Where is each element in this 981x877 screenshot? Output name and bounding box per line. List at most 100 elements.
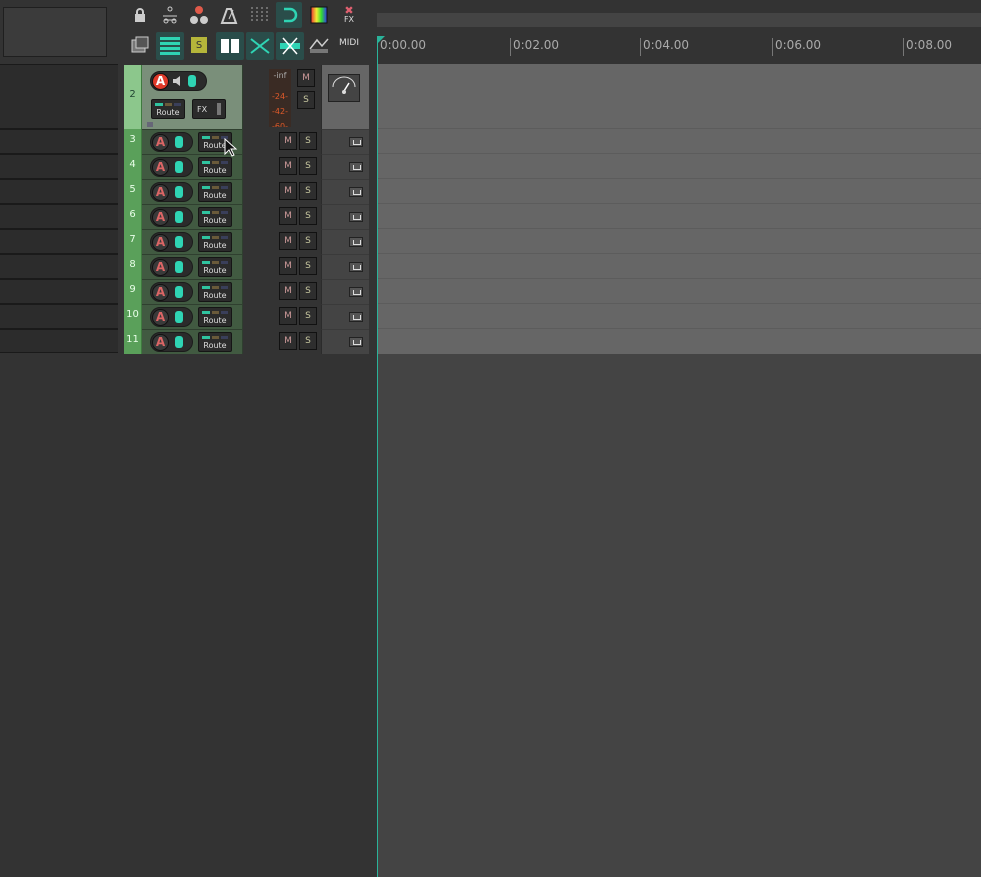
panel-divider[interactable] xyxy=(369,64,377,877)
fx-button[interactable]: FX xyxy=(192,99,226,119)
envelope-icon[interactable] xyxy=(349,237,363,247)
solo-button[interactable]: S xyxy=(299,257,317,275)
ruler-region-bar[interactable] xyxy=(377,13,981,27)
fx-chain-icon[interactable] xyxy=(174,185,184,199)
envelope-icon[interactable] xyxy=(349,262,363,272)
fx-chain-icon[interactable] xyxy=(174,260,184,274)
fx-chain-icon[interactable] xyxy=(174,310,184,324)
solo-button[interactable]: S xyxy=(299,232,317,250)
mute-button[interactable]: M xyxy=(279,307,297,325)
envelope-icon[interactable] xyxy=(349,287,363,297)
record-arm-button[interactable]: A xyxy=(152,183,169,201)
track-11[interactable]: 11 A Route M S xyxy=(124,329,369,354)
envelope-icon[interactable] xyxy=(349,187,363,197)
track-2[interactable]: 2 A Route FX -inf -24- -42- -60- M S xyxy=(124,65,369,129)
solo-button[interactable]: S xyxy=(299,332,317,350)
folder-row[interactable] xyxy=(0,154,118,179)
route-button[interactable]: Route xyxy=(198,332,232,352)
automation-icon[interactable] xyxy=(306,32,332,58)
solo-button[interactable]: S xyxy=(299,182,317,200)
envelope-icon[interactable] xyxy=(349,337,363,347)
solo-button[interactable]: S xyxy=(297,91,315,109)
fx-chain-icon[interactable] xyxy=(174,235,184,249)
mute-button[interactable]: M xyxy=(279,182,297,200)
solo-icon[interactable]: S xyxy=(186,32,212,58)
fx-chain-icon[interactable] xyxy=(174,210,184,224)
solo-button[interactable]: S xyxy=(299,307,317,325)
mute-button[interactable]: M xyxy=(279,207,297,225)
mute-button[interactable]: M xyxy=(279,332,297,350)
folder-row[interactable] xyxy=(0,329,118,353)
mute-button[interactable]: M xyxy=(279,282,297,300)
track-panel-empty-area[interactable] xyxy=(0,354,377,877)
envelope-icon[interactable] xyxy=(349,312,363,322)
track-manager-icon[interactable] xyxy=(127,32,153,58)
fx-close-icon[interactable]: ✖ FX xyxy=(336,0,362,28)
envelope-icon[interactable] xyxy=(349,137,363,147)
record-arm-button[interactable]: A xyxy=(152,72,169,90)
folder-row[interactable] xyxy=(0,304,118,329)
timeline-ruler[interactable]: 0:00.00 0:02.00 0:04.00 0:06.00 0:08.00 xyxy=(377,36,981,65)
split-view-icon[interactable] xyxy=(216,32,244,60)
vu-meter[interactable]: -inf -24- -42- -60- xyxy=(269,69,291,127)
folder-row[interactable] xyxy=(0,179,118,204)
mute-button[interactable]: M xyxy=(279,157,297,175)
track-number[interactable]: 7 xyxy=(124,229,142,254)
track-number[interactable]: 9 xyxy=(124,279,142,304)
track-number[interactable]: 5 xyxy=(124,179,142,204)
fx-chain-icon[interactable] xyxy=(174,135,184,149)
envelope-icon[interactable] xyxy=(349,162,363,172)
track-8[interactable]: 8 A Route M S xyxy=(124,254,369,279)
record-arm-button[interactable]: A xyxy=(152,158,169,176)
fx-chain-icon[interactable] xyxy=(174,285,184,299)
fx-chain-icon[interactable] xyxy=(187,74,197,88)
record-icon[interactable] xyxy=(186,2,212,28)
track-number[interactable]: 3 xyxy=(124,129,142,154)
solo-button[interactable]: S xyxy=(299,157,317,175)
track-list-icon[interactable] xyxy=(156,32,184,60)
folder-row[interactable] xyxy=(0,279,118,304)
track-number[interactable]: 10 xyxy=(124,304,142,329)
track-9[interactable]: 9 A Route M S xyxy=(124,279,369,304)
track-number[interactable]: 11 xyxy=(124,329,142,354)
track-number[interactable]: 8 xyxy=(124,254,142,279)
vu-meter-icon[interactable] xyxy=(328,74,360,102)
record-arm-button[interactable]: A xyxy=(152,208,169,226)
folder-row[interactable] xyxy=(0,64,118,129)
track-10[interactable]: 10 A Route M S xyxy=(124,304,369,329)
grid-icon[interactable] xyxy=(246,2,272,28)
track-3[interactable]: 3 A Route M S xyxy=(124,129,369,154)
mute-button[interactable]: M xyxy=(297,69,315,87)
track-4[interactable]: 4 A Route M S xyxy=(124,154,369,179)
record-arm-button[interactable]: A xyxy=(152,133,169,151)
record-arm-button[interactable]: A xyxy=(152,258,169,276)
track-6[interactable]: 6 A Route M S xyxy=(124,204,369,229)
color-icon[interactable] xyxy=(306,2,332,28)
metronome-icon[interactable] xyxy=(216,2,242,28)
envelope-icon[interactable] xyxy=(349,212,363,222)
midi-editor-button[interactable]: MIDI xyxy=(336,30,362,56)
record-arm-button[interactable]: A xyxy=(152,233,169,251)
solo-button[interactable]: S xyxy=(299,282,317,300)
route-button[interactable]: Route xyxy=(198,307,232,327)
track-5[interactable]: 5 A Route M S xyxy=(124,179,369,204)
folder-row[interactable] xyxy=(0,129,118,154)
record-arm-button[interactable]: A xyxy=(152,308,169,326)
mute-button[interactable]: M xyxy=(279,257,297,275)
track-number[interactable]: 6 xyxy=(124,204,142,229)
route-button[interactable]: Route xyxy=(198,207,232,227)
mute-button[interactable]: M xyxy=(279,132,297,150)
lock-icon[interactable] xyxy=(127,2,153,28)
route-button[interactable]: Route xyxy=(198,232,232,252)
folder-row[interactable] xyxy=(0,229,118,254)
track-number[interactable]: 4 xyxy=(124,154,142,179)
ripple-edit-icon[interactable] xyxy=(157,2,183,28)
track-7[interactable]: 7 A Route M S xyxy=(124,229,369,254)
track-number[interactable]: 2 xyxy=(124,65,142,129)
crossfade-icon[interactable] xyxy=(246,32,274,60)
fx-chain-icon[interactable] xyxy=(174,160,184,174)
snap-icon[interactable] xyxy=(276,2,302,28)
route-button[interactable]: Route xyxy=(198,282,232,302)
arrange-view[interactable] xyxy=(377,64,981,354)
route-button[interactable]: Route xyxy=(198,157,232,177)
